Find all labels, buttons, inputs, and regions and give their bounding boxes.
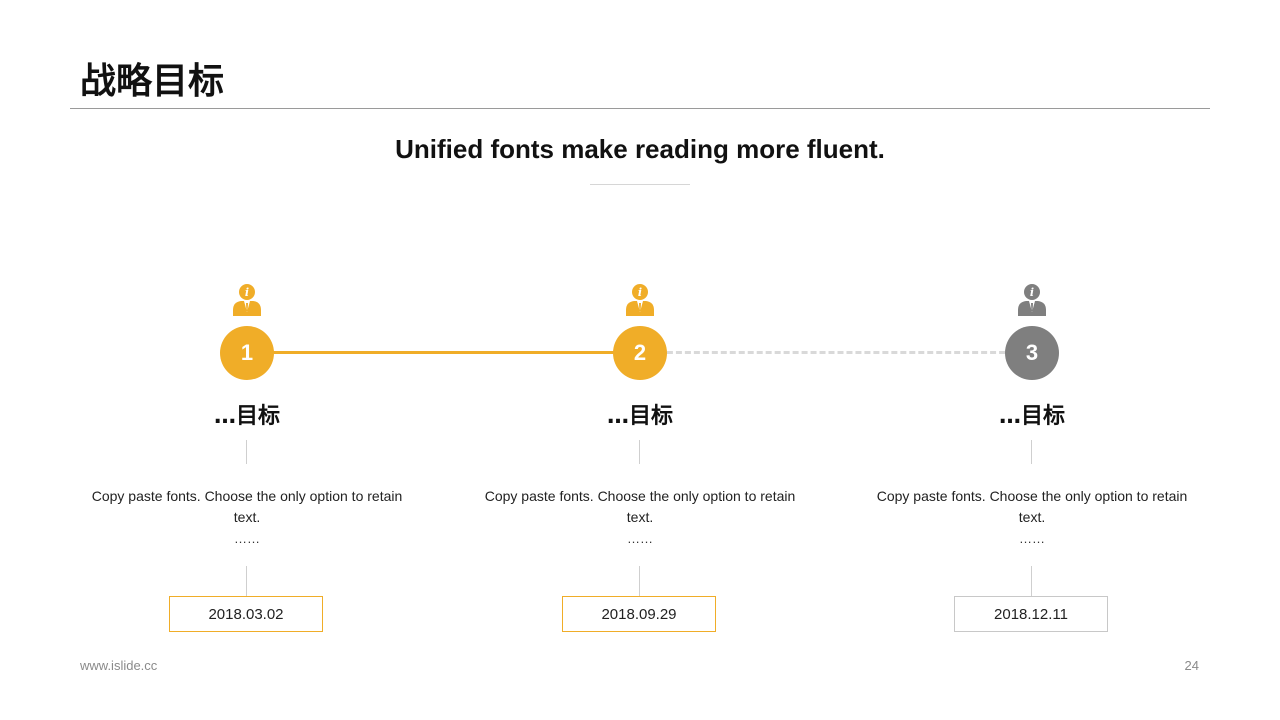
step-connector-line	[246, 440, 247, 464]
page-number: 24	[1184, 658, 1199, 673]
step-date-box: 2018.03.02	[169, 596, 323, 632]
title-divider	[70, 108, 1210, 109]
step-heading: …目标	[213, 404, 280, 429]
footer-url[interactable]: www.islide.cc	[80, 658, 157, 673]
svg-text:i: i	[1030, 286, 1034, 299]
step-date-box: 2018.09.29	[562, 596, 716, 632]
step-number-circle: 2	[613, 326, 667, 380]
step-heading: …目标	[606, 404, 673, 429]
step-number-circle: 3	[1005, 326, 1059, 380]
step-connector-line	[639, 440, 640, 464]
step-description: Copy paste fonts. Choose the only option…	[876, 488, 1188, 525]
svg-text:i: i	[638, 286, 642, 299]
timeline-step-3: i 3 …目标 Copy paste fonts. Choose the onl…	[862, 280, 1202, 640]
step-connector-line	[1031, 440, 1032, 464]
step-number-circle: 1	[220, 326, 274, 380]
step-date-box: 2018.12.11	[954, 596, 1108, 632]
step-description: Copy paste fonts. Choose the only option…	[484, 488, 796, 525]
person-info-icon: i	[233, 284, 261, 316]
timeline-step-1: i 1 …目标 Copy paste fonts. Choose the onl…	[77, 280, 417, 640]
person-info-icon: i	[1018, 284, 1046, 316]
timeline-step-2: i 2 …目标 Copy paste fonts. Choose the onl…	[470, 280, 810, 640]
step-ellipsis: ……	[627, 531, 653, 546]
step-ellipsis: ……	[1019, 531, 1045, 546]
step-heading: …目标	[998, 404, 1065, 429]
step-ellipsis: ……	[234, 531, 260, 546]
person-info-icon: i	[626, 284, 654, 316]
step-connector-line	[1031, 566, 1032, 596]
step-connector-line	[246, 566, 247, 596]
step-description: Copy paste fonts. Choose the only option…	[91, 488, 403, 525]
svg-text:i: i	[245, 286, 249, 299]
subtitle-divider	[590, 184, 690, 185]
slide-title: 战略目标	[80, 61, 225, 102]
subtitle: Unified fonts make reading more fluent.	[395, 134, 885, 164]
step-connector-line	[639, 566, 640, 596]
